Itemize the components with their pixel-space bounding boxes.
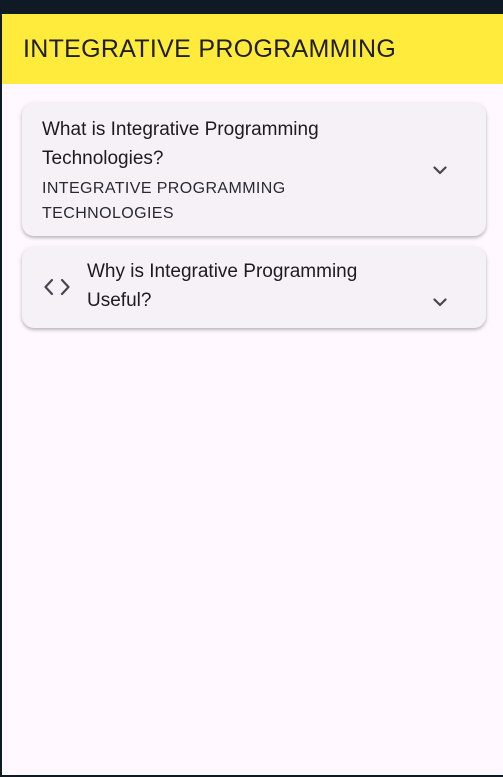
code-icon bbox=[43, 276, 71, 298]
chevron-down-icon[interactable] bbox=[428, 290, 452, 314]
tile-title: What is Integrative Programming Technolo… bbox=[42, 119, 319, 169]
app-bar-title: INTEGRATIVE PROGRAMMING bbox=[23, 34, 397, 63]
app-screen: INTEGRATIVE PROGRAMMING What is Integrat… bbox=[2, 14, 503, 775]
chevron-down-icon[interactable] bbox=[428, 158, 452, 182]
status-bar bbox=[0, 0, 503, 14]
expansion-tile-what-is[interactable]: What is Integrative Programming Technolo… bbox=[22, 103, 486, 236]
tile-title: Why is Integrative Programming Useful? bbox=[87, 261, 358, 311]
app-bar: INTEGRATIVE PROGRAMMING bbox=[2, 14, 503, 84]
expansion-tile-why-useful[interactable]: Why is Integrative Programming Useful? bbox=[22, 247, 486, 328]
tile-subtitle: INTEGRATIVE PROGRAMMING TECHNOLOGIES bbox=[42, 180, 286, 222]
